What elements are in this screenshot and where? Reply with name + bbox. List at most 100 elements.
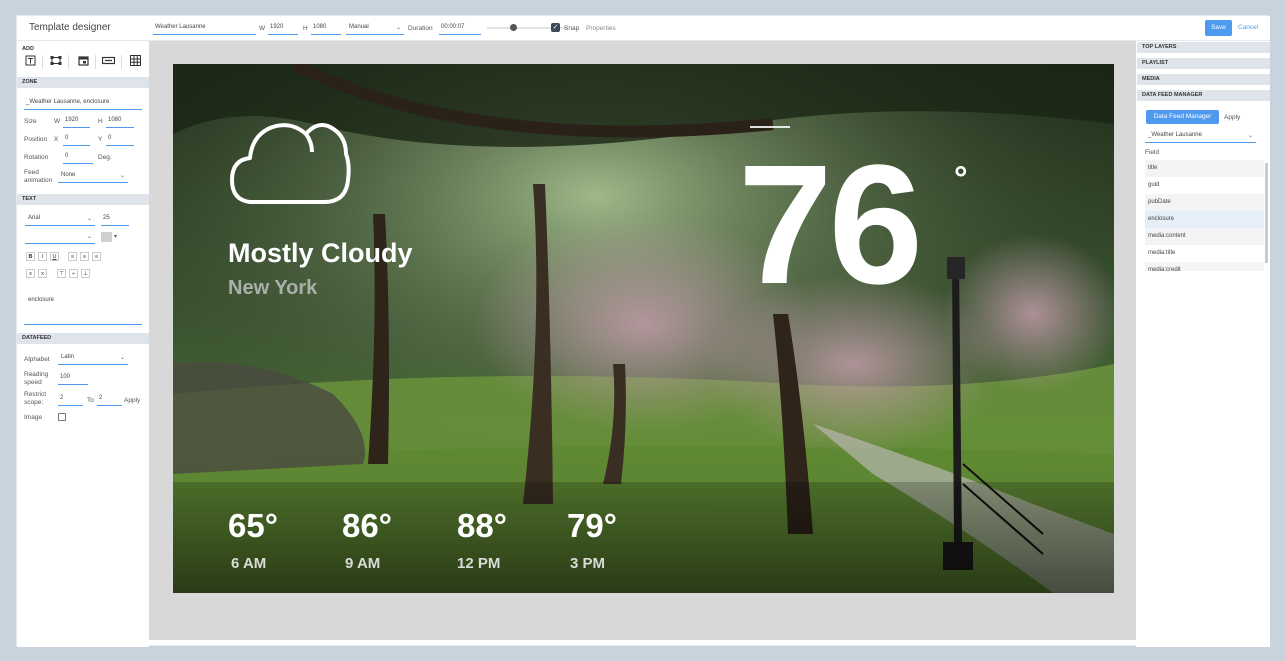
field-item[interactable]: media:content [1145, 228, 1264, 245]
text-section-header[interactable]: TEXT [17, 194, 149, 205]
duration-label: Duration [408, 25, 433, 32]
forecast-temp-3[interactable]: 88° [457, 507, 507, 545]
valign-middle-icon[interactable]: ÷ [69, 269, 78, 278]
image-checkbox[interactable] [58, 413, 66, 421]
top-toolbar: Template designer Weather Lausanne W 192… [17, 16, 1270, 41]
playlist-header[interactable]: PLAYLIST [1137, 58, 1270, 69]
zone-width-input[interactable]: 1920 [63, 115, 90, 128]
valign-bottom-icon[interactable]: ⊥ [81, 269, 90, 278]
table-tool-icon[interactable] [128, 55, 142, 69]
ticker-tool-icon[interactable] [101, 55, 115, 69]
superscript-icon[interactable]: x [38, 269, 47, 278]
field-item[interactable]: pubDate [1145, 194, 1264, 211]
data-feed-manager-button[interactable]: Data Feed Manager [1146, 110, 1219, 124]
text-color-swatch[interactable] [101, 232, 112, 242]
rotation-label: Rotation [24, 154, 49, 161]
subscript-icon[interactable]: x [26, 269, 35, 278]
feed-animation-value: None [61, 172, 76, 178]
chevron-down-icon: ⌄ [119, 355, 125, 361]
text-style-select[interactable]: ⌄ [25, 231, 95, 244]
restrict-apply-link[interactable]: Apply [124, 397, 140, 404]
align-left-icon[interactable]: ≡ [68, 252, 77, 261]
duration-slider-handle[interactable] [510, 24, 517, 31]
forecast-temp-4[interactable]: 79° [567, 507, 617, 545]
width-input[interactable]: 1920 [268, 22, 298, 35]
toolbar-divider [95, 55, 96, 69]
forecast-time-1[interactable]: 6 AM [231, 555, 266, 572]
degree-symbol: ° [954, 160, 968, 198]
mode-select-value: Manual [349, 24, 369, 30]
forecast-temp-2[interactable]: 86° [342, 507, 392, 545]
height-label: H [303, 25, 308, 32]
mode-select[interactable]: Manual ⌄ [346, 22, 404, 35]
zone-tool-icon[interactable] [49, 55, 63, 69]
bold-button[interactable]: B [26, 252, 35, 261]
snap-checkbox[interactable]: ✓ [551, 23, 560, 32]
feed-animation-select[interactable]: None ⌄ [58, 170, 128, 183]
text-tool-icon[interactable] [23, 55, 37, 69]
text-content-textarea[interactable]: enclosure [24, 294, 142, 325]
alphabet-select[interactable]: Latin ⌄ [58, 352, 128, 365]
restrict-from-input[interactable]: 2 [58, 393, 83, 406]
field-item[interactable]: guid [1145, 177, 1264, 194]
forecast-time-4[interactable]: 3 PM [570, 555, 605, 572]
valign-top-icon[interactable]: ⊤ [57, 269, 66, 278]
field-label: Field [1145, 149, 1160, 156]
toolbar-divider [121, 55, 122, 69]
app-title: Template designer [29, 22, 111, 33]
data-feed-manager-header[interactable]: DATA FEED MANAGER [1137, 90, 1270, 101]
field-item[interactable]: title [1145, 160, 1264, 177]
forecast-time-3[interactable]: 12 PM [457, 555, 500, 572]
field-item-selected[interactable]: enclosure [1145, 211, 1264, 228]
left-properties-panel: ADD ZONE _Weather Lausanne, enclosure Si… [17, 41, 149, 647]
zone-name-input[interactable]: _Weather Lausanne, enclosure [24, 97, 142, 110]
height-input[interactable]: 1080 [311, 22, 341, 35]
chevron-down-icon: ⌄ [86, 216, 92, 222]
chevron-down-icon: ⌄ [119, 173, 125, 179]
chevron-down-icon[interactable]: ▾ [114, 233, 117, 240]
data-feed-select[interactable]: _Weather Lausanne ⌄ [1145, 130, 1256, 143]
deg-label: Deg. [98, 154, 112, 161]
top-layers-header[interactable]: TOP LAYERS [1137, 42, 1270, 53]
align-right-icon[interactable]: ≡ [92, 252, 101, 261]
forecast-temp-1[interactable]: 65° [228, 507, 278, 545]
forecast-strip [173, 482, 1114, 593]
duration-input[interactable]: 00:00:07 [439, 22, 481, 35]
datafeed-section-header[interactable]: DATAFEED [17, 333, 149, 344]
field-item[interactable]: media:credit [1145, 262, 1264, 271]
weather-city-text[interactable]: New York [228, 277, 317, 300]
cancel-button[interactable]: Cancel [1238, 24, 1258, 31]
italic-button[interactable]: I [38, 252, 47, 261]
restrict-to-input[interactable]: 2 [97, 393, 122, 406]
width-label: W [259, 25, 266, 32]
snap-label: Snap [564, 25, 580, 32]
weather-condition-text[interactable]: Mostly Cloudy [228, 238, 413, 269]
alphabet-value: Latin [61, 354, 75, 360]
size-h-label: H [98, 118, 103, 125]
field-item[interactable]: media:title [1145, 245, 1264, 262]
temperature-accent-bar [750, 126, 790, 128]
image-label: Image [24, 414, 43, 421]
zone-section-header[interactable]: ZONE [17, 77, 149, 88]
forecast-time-2[interactable]: 9 AM [345, 555, 380, 572]
field-list-scrollbar[interactable] [1265, 163, 1268, 263]
current-temperature-text[interactable]: 76 [738, 140, 923, 310]
font-size-input[interactable]: 25 [101, 213, 129, 226]
save-button[interactable]: Save [1205, 20, 1232, 36]
rotation-input[interactable]: 0 [63, 151, 93, 164]
properties-link[interactable]: Properties [586, 25, 616, 32]
dfm-apply-link[interactable]: Apply [1224, 114, 1240, 121]
align-center-icon[interactable]: ≡ [80, 252, 89, 261]
media-header[interactable]: MEDIA [1137, 74, 1270, 85]
template-name-input[interactable]: Weather Lausanne [153, 22, 256, 35]
position-x-input[interactable]: 0 [63, 133, 90, 146]
template-canvas[interactable]: Mostly Cloudy New York 76 ° 65° 6 AM 86°… [173, 64, 1114, 593]
reading-speed-input[interactable]: 100 [58, 372, 88, 385]
font-family-select[interactable]: Arial ⌄ [25, 213, 95, 226]
date-tool-icon[interactable] [76, 55, 90, 69]
zone-height-input[interactable]: 1080 [106, 115, 134, 128]
underline-button[interactable]: U [50, 252, 59, 261]
position-y-input[interactable]: 0 [106, 133, 134, 146]
chevron-down-icon: ⌄ [1247, 133, 1253, 139]
size-label: Size [24, 118, 37, 125]
